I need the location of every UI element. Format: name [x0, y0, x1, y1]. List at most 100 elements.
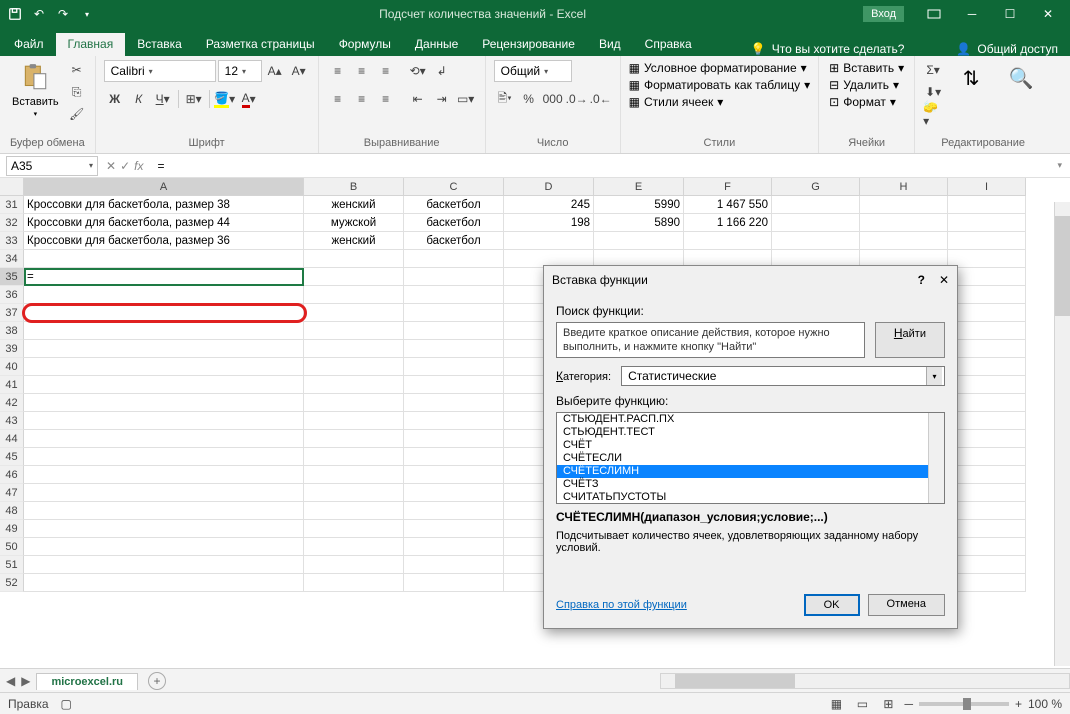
cell[interactable]: 1 467 550 — [684, 196, 772, 214]
insert-cells-button[interactable]: ⊞Вставить▾ — [827, 60, 906, 76]
signin-button[interactable]: Вход — [863, 6, 904, 22]
cell[interactable] — [948, 394, 1026, 412]
cell[interactable] — [948, 502, 1026, 520]
function-list-item[interactable]: СЧЁТЕСЛИМН — [557, 465, 944, 478]
ok-button[interactable]: OK — [804, 594, 860, 616]
cell[interactable] — [304, 340, 404, 358]
undo-icon[interactable]: ↶ — [28, 3, 50, 25]
tab-view[interactable]: Вид — [587, 33, 633, 56]
zoom-in-icon[interactable]: + — [1015, 697, 1022, 711]
cell[interactable] — [948, 268, 1026, 286]
cell[interactable] — [24, 556, 304, 574]
sheet-tab[interactable]: microexcel.ru — [36, 673, 138, 690]
cell[interactable] — [948, 358, 1026, 376]
function-list-item[interactable]: СЧЁТЗ — [557, 478, 944, 491]
cell[interactable] — [304, 268, 404, 286]
row-header[interactable]: 43 — [0, 412, 24, 430]
wrap-text-icon[interactable]: ↲ — [431, 60, 453, 82]
sort-filter-button[interactable]: ⇅ — [949, 60, 993, 96]
format-painter-icon[interactable]: 🖌 — [67, 104, 87, 124]
cell-styles-button[interactable]: ▦Стили ячеек▾ — [629, 94, 724, 110]
cancel-button[interactable]: Отмена — [868, 594, 945, 616]
cell[interactable] — [948, 340, 1026, 358]
align-middle-icon[interactable]: ≡ — [351, 60, 373, 82]
dialog-close-icon[interactable]: ✕ — [939, 273, 949, 287]
vertical-scrollbar[interactable] — [1054, 202, 1070, 666]
font-color-icon[interactable]: A▾ — [238, 88, 260, 110]
find-select-button[interactable]: 🔍 — [999, 60, 1043, 96]
cell[interactable] — [404, 466, 504, 484]
indent-inc-icon[interactable]: ⇥ — [431, 88, 453, 110]
cell[interactable] — [948, 412, 1026, 430]
row-header[interactable]: 42 — [0, 394, 24, 412]
cell[interactable] — [948, 304, 1026, 322]
page-layout-icon[interactable]: ▭ — [852, 695, 872, 713]
normal-view-icon[interactable]: ▦ — [826, 695, 846, 713]
cell[interactable] — [948, 250, 1026, 268]
expand-fbar-icon[interactable]: ▾ — [1049, 160, 1070, 171]
row-header[interactable]: 37 — [0, 304, 24, 322]
cell[interactable] — [24, 322, 304, 340]
cell[interactable] — [24, 502, 304, 520]
clear-icon[interactable]: 🧽▾ — [923, 104, 943, 124]
sheet-prev-icon[interactable]: ◀ — [6, 674, 15, 688]
cell[interactable]: баскетбол — [404, 196, 504, 214]
cell[interactable] — [24, 358, 304, 376]
cell[interactable]: женский — [304, 232, 404, 250]
cell[interactable] — [304, 520, 404, 538]
cell[interactable] — [772, 232, 860, 250]
qat-more-icon[interactable]: ▾ — [76, 3, 98, 25]
underline-button[interactable]: Ч▾ — [152, 88, 174, 110]
cell[interactable] — [24, 466, 304, 484]
function-list[interactable]: СТЬЮДЕНТ.РАСП.ПХСТЬЮДЕНТ.ТЕСТСЧЁТСЧЁТЕСЛ… — [556, 412, 945, 504]
cell[interactable] — [24, 286, 304, 304]
bold-button[interactable]: Ж — [104, 88, 126, 110]
cell[interactable] — [404, 268, 504, 286]
help-link[interactable]: Справка по этой функции — [556, 599, 687, 611]
row-header[interactable]: 45 — [0, 448, 24, 466]
maximize-icon[interactable]: ☐ — [992, 0, 1028, 28]
inc-decimal-icon[interactable]: .0→ — [566, 88, 588, 110]
align-center-icon[interactable]: ≡ — [351, 88, 373, 110]
row-header[interactable]: 52 — [0, 574, 24, 592]
italic-button[interactable]: К — [128, 88, 150, 110]
cell[interactable] — [404, 394, 504, 412]
percent-icon[interactable]: % — [518, 88, 540, 110]
name-box[interactable]: A35▾ — [6, 156, 98, 176]
cell[interactable] — [860, 196, 948, 214]
grow-font-icon[interactable]: A▴ — [264, 60, 286, 82]
cell[interactable] — [304, 394, 404, 412]
cell[interactable] — [404, 250, 504, 268]
tab-help[interactable]: Справка — [633, 33, 704, 56]
row-header[interactable]: 36 — [0, 286, 24, 304]
col-header-D[interactable]: D — [504, 178, 594, 196]
row-header[interactable]: 41 — [0, 376, 24, 394]
indent-dec-icon[interactable]: ⇤ — [407, 88, 429, 110]
close-icon[interactable]: ✕ — [1030, 0, 1066, 28]
cell[interactable] — [948, 376, 1026, 394]
row-header[interactable]: 38 — [0, 322, 24, 340]
row-header[interactable]: 44 — [0, 430, 24, 448]
cell[interactable]: мужской — [304, 214, 404, 232]
cell[interactable] — [948, 214, 1026, 232]
cell[interactable] — [504, 232, 594, 250]
cell[interactable] — [304, 376, 404, 394]
function-list-item[interactable]: СЧЁТ — [557, 439, 944, 452]
tab-layout[interactable]: Разметка страницы — [194, 33, 327, 56]
cell[interactable] — [860, 232, 948, 250]
thousands-icon[interactable]: 000 — [542, 88, 564, 110]
cell[interactable] — [948, 232, 1026, 250]
cell[interactable] — [404, 574, 504, 592]
cell[interactable]: 198 — [504, 214, 594, 232]
col-header-E[interactable]: E — [594, 178, 684, 196]
align-top-icon[interactable]: ≡ — [327, 60, 349, 82]
cell[interactable] — [404, 430, 504, 448]
cell[interactable] — [772, 214, 860, 232]
row-header[interactable]: 51 — [0, 556, 24, 574]
cell[interactable] — [24, 448, 304, 466]
function-list-item[interactable]: СТЬЮДЕНТ.РАСП.ПХ — [557, 413, 944, 426]
cell[interactable]: баскетбол — [404, 232, 504, 250]
tab-home[interactable]: Главная — [56, 33, 126, 56]
function-list-item[interactable]: СЧЁТЕСЛИ — [557, 452, 944, 465]
cell[interactable] — [404, 448, 504, 466]
